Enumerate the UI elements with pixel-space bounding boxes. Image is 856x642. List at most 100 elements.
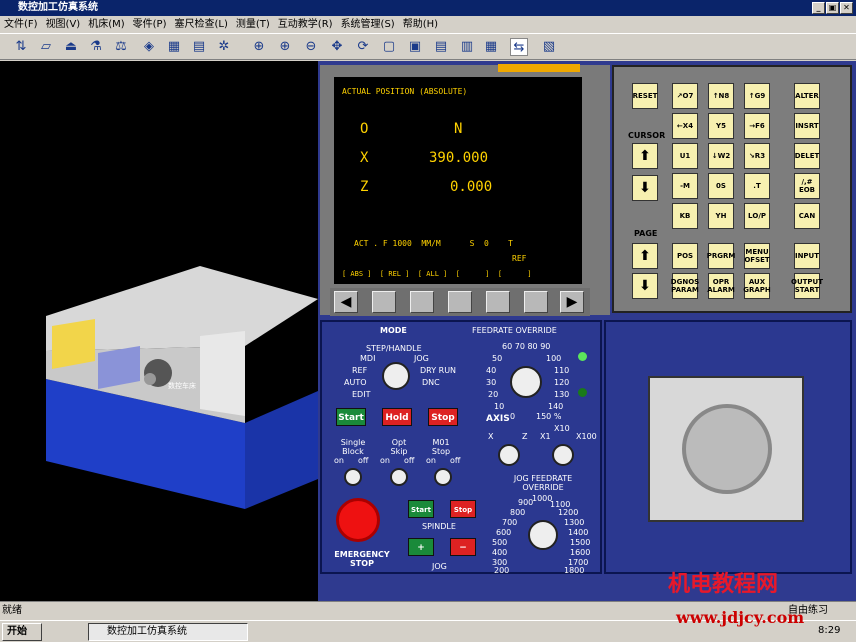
zoom-in-icon[interactable]: ⊕ — [276, 38, 294, 56]
jog-feedrate-title: JOG FEEDRATE OVERRIDE — [513, 474, 573, 492]
feed-hold-button[interactable]: Hold — [382, 408, 412, 426]
menu-view[interactable]: 视图(V) — [42, 16, 85, 33]
key-lop[interactable]: L O/P — [744, 203, 770, 229]
menu-teaching[interactable]: 互动教学(R) — [274, 16, 337, 33]
key-kb[interactable]: KB — [672, 203, 698, 229]
emergency-stop-button[interactable] — [336, 498, 380, 542]
softkey-2[interactable] — [410, 291, 434, 313]
key-n8[interactable]: ↑N 8 — [708, 83, 734, 109]
softkey-4[interactable] — [486, 291, 510, 313]
insert-key[interactable]: INSRT — [794, 113, 820, 139]
key-g9[interactable]: ↑G 9 — [744, 83, 770, 109]
input-key[interactable]: INPUT — [794, 243, 820, 269]
cursor-up-key[interactable]: ⬆ — [632, 143, 658, 169]
jog-plus-button[interactable]: + — [408, 538, 434, 556]
softkey-5[interactable] — [524, 291, 548, 313]
tool-icon-2[interactable]: ▱ — [37, 38, 55, 56]
softkey-right[interactable]: ▶ — [560, 291, 584, 313]
zoom-out-icon[interactable]: ⊖ — [302, 38, 320, 56]
softkey-1[interactable] — [372, 291, 396, 313]
cycle-stop-button[interactable]: Stop — [428, 408, 458, 426]
zoom-fit-icon[interactable]: ⊕ — [250, 38, 268, 56]
emergency-stop-label: EMERGENCY STOP — [334, 550, 390, 568]
key-yh[interactable]: YH — [708, 203, 734, 229]
eob-key[interactable]: /,# EOB — [794, 173, 820, 199]
key-s0[interactable]: 0S — [708, 173, 734, 199]
feed-tick-110: 110 — [554, 366, 570, 375]
pos-key[interactable]: POS — [672, 243, 698, 269]
reset-key[interactable]: RESET — [632, 83, 658, 109]
menu-gauge[interactable]: 塞尺检查(L) — [171, 16, 232, 33]
cursor-down-key[interactable]: ⬇ — [632, 175, 658, 201]
view-top-icon[interactable]: ▣ — [406, 38, 424, 56]
spindle-stop-button[interactable]: Stop — [450, 500, 476, 518]
key-f6[interactable]: →F 6 — [744, 113, 770, 139]
aux-graph-key[interactable]: AUX GRAPH — [743, 273, 771, 299]
spindle-start-button[interactable]: Start — [408, 500, 434, 518]
key-y5[interactable]: Y5 — [708, 113, 734, 139]
delete-key[interactable]: DELET — [794, 143, 820, 169]
rotate-icon[interactable]: ⟳ — [354, 38, 372, 56]
key-m[interactable]: -M — [672, 173, 698, 199]
screen-accent — [498, 64, 580, 72]
tool-icon-5[interactable]: ⚖ — [112, 38, 130, 56]
taskbar-app[interactable]: 数控加工仿真系统 — [88, 623, 248, 641]
menu-help[interactable]: 帮助(H) — [399, 16, 442, 33]
maximize-button[interactable]: ▣ — [826, 2, 839, 14]
tool-icon-7[interactable]: ▦ — [165, 38, 183, 56]
minimize-button[interactable]: _ — [812, 2, 825, 14]
alter-key[interactable]: ALTER — [794, 83, 820, 109]
dgnos-param-key[interactable]: DGNOS PARAM — [671, 273, 699, 299]
jog-minus-button[interactable]: − — [450, 538, 476, 556]
softkey-left[interactable]: ◀ — [334, 291, 358, 313]
axis-knob[interactable] — [498, 444, 520, 466]
menu-file[interactable]: 文件(F) — [0, 16, 42, 33]
key-x4[interactable]: ←X 4 — [672, 113, 698, 139]
single-block-toggle[interactable] — [344, 468, 362, 486]
cursor-label: CURSOR — [628, 131, 666, 140]
settings-icon[interactable]: ▧ — [540, 38, 558, 56]
key-t[interactable]: .T — [744, 173, 770, 199]
machine-viewport[interactable]: 数控车床 — [0, 61, 318, 601]
menu-offset-key[interactable]: MENU OFSET — [744, 243, 770, 269]
softkey-3[interactable] — [448, 291, 472, 313]
key-o7[interactable]: ↗O 7 — [672, 83, 698, 109]
key-r3[interactable]: ↘R 3 — [744, 143, 770, 169]
page-up-key[interactable]: ⬆ — [632, 243, 658, 269]
feedrate-knob[interactable] — [510, 366, 542, 398]
panel-icon[interactable]: ▦ — [482, 38, 500, 56]
mode-selector-knob[interactable] — [382, 362, 410, 390]
view-right-icon[interactable]: ▥ — [458, 38, 476, 56]
opr-alarm-key[interactable]: OPR ALARM — [707, 273, 735, 299]
menu-machine[interactable]: 机床(M) — [84, 16, 128, 33]
page-down-key[interactable]: ⬇ — [632, 273, 658, 299]
view-left-icon[interactable]: ▤ — [432, 38, 450, 56]
step-knob[interactable] — [552, 444, 574, 466]
prgrm-key[interactable]: PRGRM — [707, 243, 735, 269]
tool-icon-9[interactable]: ✲ — [215, 38, 233, 56]
switch-icon[interactable]: ⇆ — [510, 38, 528, 56]
mode-ref: REF — [352, 366, 368, 375]
can-key[interactable]: CAN — [794, 203, 820, 229]
tool-icon-4[interactable]: ⚗ — [87, 38, 105, 56]
handwheel[interactable] — [682, 404, 772, 494]
pan-icon[interactable]: ✥ — [328, 38, 346, 56]
tool-icon-8[interactable]: ▤ — [190, 38, 208, 56]
output-start-key[interactable]: OUTPUT START — [791, 273, 823, 299]
jog-feedrate-knob[interactable] — [528, 520, 558, 550]
tool-icon-1[interactable]: ⇅ — [12, 38, 30, 56]
cycle-start-button[interactable]: Start — [336, 408, 366, 426]
menu-system[interactable]: 系统管理(S) — [337, 16, 399, 33]
key-w2[interactable]: ↓W 2 — [708, 143, 734, 169]
menu-part[interactable]: 零件(P) — [129, 16, 171, 33]
key-u1[interactable]: U1 — [672, 143, 698, 169]
tool-icon-6[interactable]: ◈ — [140, 38, 158, 56]
start-button[interactable]: 开始 — [2, 623, 42, 641]
axis-x1: X1 — [540, 432, 551, 441]
view-front-icon[interactable]: ▢ — [380, 38, 398, 56]
close-button[interactable]: ✕ — [840, 2, 853, 14]
menu-measure[interactable]: 测量(T) — [232, 16, 274, 33]
opt-skip-toggle[interactable] — [390, 468, 408, 486]
m01-stop-toggle[interactable] — [434, 468, 452, 486]
tool-icon-3[interactable]: ⏏ — [62, 38, 80, 56]
